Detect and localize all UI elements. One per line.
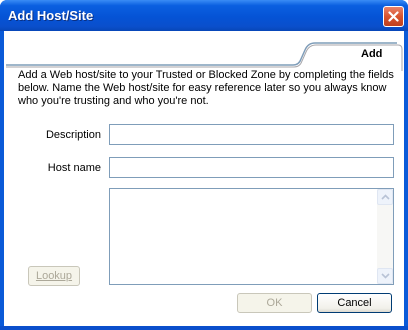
chevron-down-icon: [381, 273, 390, 279]
chevron-up-icon: [381, 194, 390, 200]
cancel-button[interactable]: Cancel: [317, 293, 392, 313]
vertical-scrollbar[interactable]: [377, 189, 393, 284]
close-button[interactable]: [383, 6, 404, 27]
scroll-up-button[interactable]: [377, 189, 393, 205]
tab-strip: [6, 42, 403, 71]
window-frame-bottom: [0, 326, 408, 330]
title-bar[interactable]: Add Host/Site: [0, 0, 408, 31]
instructions-text: Add a Web host/site to your Trusted or B…: [18, 69, 394, 107]
tab-add[interactable]: Add: [361, 48, 382, 60]
window-title: Add Host/Site: [8, 8, 94, 23]
hostname-input[interactable]: [109, 157, 394, 178]
hostname-label: Host name: [47, 162, 101, 174]
lookup-button[interactable]: Lookup: [28, 266, 80, 286]
close-icon: [388, 11, 399, 22]
ok-button[interactable]: OK: [237, 293, 312, 313]
lookup-results-list[interactable]: [109, 188, 394, 285]
dialog-body: Add Add a Web host/site to your Trusted …: [4, 31, 404, 326]
description-label: Description: [45, 129, 101, 141]
description-input[interactable]: [109, 124, 394, 145]
scroll-down-button[interactable]: [377, 268, 393, 284]
dialog-window: Add Host/Site Add Add a Web host/site to…: [0, 0, 408, 330]
